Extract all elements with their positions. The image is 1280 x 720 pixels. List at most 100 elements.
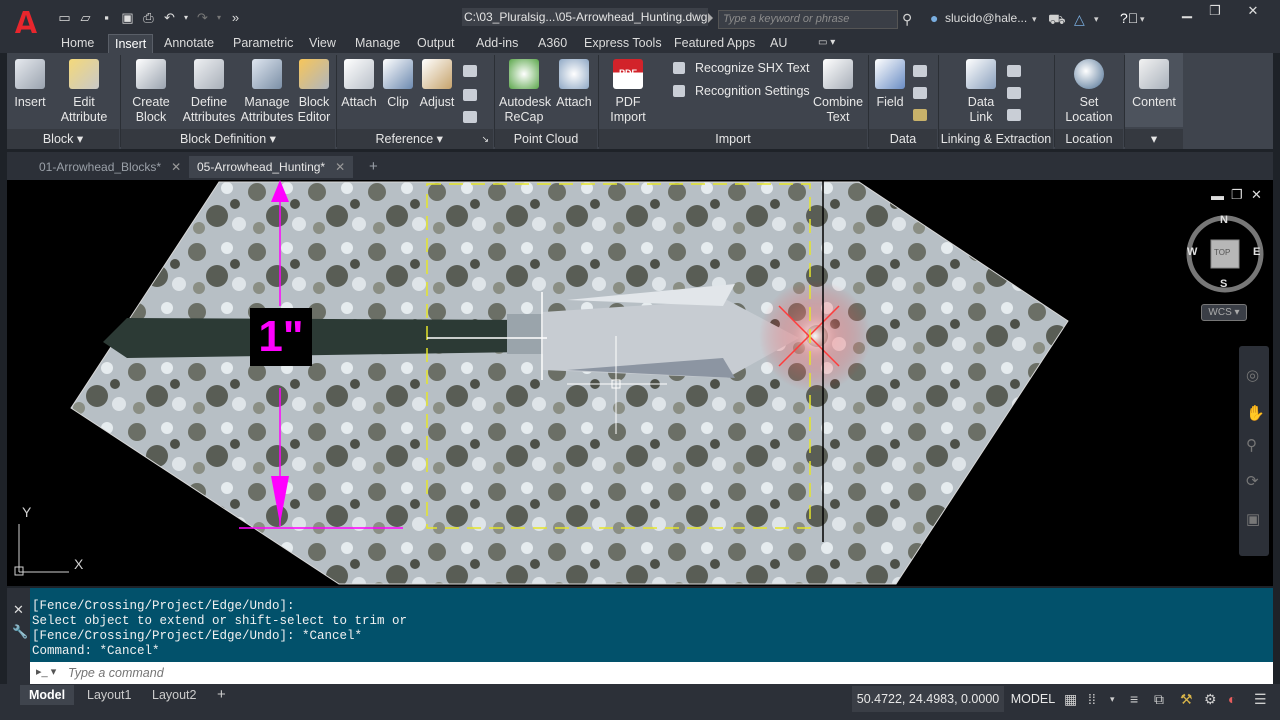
- snap-icon[interactable]: ⁞⁞: [1088, 692, 1096, 706]
- layout-tab-model[interactable]: Model: [20, 685, 75, 705]
- search-expand-icon[interactable]: [708, 13, 713, 23]
- file-tab-arrowhead-hunting[interactable]: 05-Arrowhead_Hunting* ✕: [189, 156, 353, 178]
- cart-icon[interactable]: ⛟: [1048, 11, 1066, 27]
- isolate-objects-icon[interactable]: ◐: [1228, 692, 1236, 706]
- workspace-icon[interactable]: ⚙: [1204, 692, 1217, 706]
- location-panel-label[interactable]: Location: [1055, 129, 1123, 149]
- tab-parametric[interactable]: Parametric: [227, 34, 299, 53]
- set-location-button[interactable]: Set Location: [1061, 59, 1117, 125]
- customize-qat-icon[interactable]: »: [227, 10, 244, 26]
- tab-featured-apps[interactable]: Featured Apps: [668, 34, 761, 53]
- new-tab-button[interactable]: +: [363, 156, 387, 178]
- user-name[interactable]: slucido@hale...: [945, 11, 1027, 25]
- block-editor-button[interactable]: Block Editor: [295, 59, 333, 125]
- ole-object-icon[interactable]: [913, 87, 927, 99]
- close-command-window-icon[interactable]: ✕: [13, 602, 24, 618]
- new-file-icon[interactable]: ▭: [56, 10, 73, 26]
- redo-icon[interactable]: ↷: [194, 10, 211, 26]
- showmotion-icon[interactable]: ▣: [1246, 510, 1260, 528]
- frames-icon[interactable]: [463, 89, 477, 101]
- model-space-button[interactable]: MODEL: [1008, 686, 1058, 712]
- undo-dropdown-icon[interactable]: ▾: [182, 10, 190, 26]
- snap-dropdown-icon[interactable]: ▾: [1110, 692, 1115, 706]
- extract-data-icon[interactable]: [1007, 65, 1021, 77]
- layout-tab-layout1[interactable]: Layout1: [78, 685, 140, 705]
- command-prompt-icon[interactable]: ▸_ ▾: [36, 665, 56, 678]
- customization-menu-icon[interactable]: ☰: [1254, 692, 1267, 706]
- recognize-shx-text-button[interactable]: Recognize SHX Text: [695, 61, 809, 75]
- import-panel-label[interactable]: Import: [599, 129, 867, 149]
- pdf-import-button[interactable]: PDF PDF Import: [605, 59, 651, 125]
- open-file-icon[interactable]: ▱: [77, 10, 94, 26]
- tab-insert[interactable]: Insert: [108, 34, 154, 53]
- edit-attribute-button[interactable]: Edit Attribute: [59, 59, 109, 125]
- file-tab-arrowhead-blocks[interactable]: 01-Arrowhead_Blocks* ✕: [31, 156, 183, 178]
- tab-output[interactable]: Output: [411, 34, 461, 53]
- point-cloud-panel-label[interactable]: Point Cloud: [495, 129, 597, 149]
- combine-text-button[interactable]: Combine Text: [813, 59, 863, 125]
- pan-icon[interactable]: ✋: [1246, 404, 1265, 422]
- adjust-button[interactable]: Adjust: [419, 59, 455, 110]
- autodesk-recap-button[interactable]: Autodesk ReCap: [499, 59, 551, 125]
- search-input[interactable]: Type a keyword or phrase: [718, 10, 898, 29]
- ribbon-display-toggle-icon[interactable]: ▭ ▾: [812, 34, 841, 53]
- attach-point-cloud-button[interactable]: Attach: [555, 59, 593, 110]
- grid-icon[interactable]: ▦: [1064, 692, 1077, 706]
- manage-attributes-button[interactable]: Manage Attributes: [239, 59, 295, 125]
- save-icon[interactable]: ▪: [98, 10, 115, 26]
- close-tab-icon[interactable]: ✕: [335, 160, 345, 174]
- user-dropdown-icon[interactable]: ▾: [1032, 11, 1037, 27]
- orbit-icon[interactable]: ⟳: [1246, 472, 1259, 490]
- save-as-icon[interactable]: ▣: [119, 10, 136, 26]
- insert-block-button[interactable]: Insert: [11, 59, 49, 110]
- close-window-button[interactable]: ✕: [1240, 2, 1266, 20]
- data-panel-label[interactable]: Data: [869, 129, 937, 149]
- steering-wheel-icon[interactable]: ◎: [1246, 366, 1259, 384]
- tab-annotate[interactable]: Annotate: [158, 34, 220, 53]
- annotation-scale-icon[interactable]: ⚒: [1180, 692, 1193, 706]
- block-panel-label[interactable]: Block ▾: [7, 129, 119, 149]
- snap-to-underlays-icon[interactable]: [463, 111, 477, 123]
- field-button[interactable]: Field: [873, 59, 907, 110]
- tab-a360[interactable]: A360: [532, 34, 573, 53]
- tab-home[interactable]: Home: [55, 34, 100, 53]
- linking-extraction-panel-label[interactable]: Linking & Extraction: [939, 129, 1053, 149]
- coordinates-display[interactable]: 50.4722, 24.4983, 0.0000: [852, 686, 1004, 712]
- tab-au[interactable]: AU: [764, 34, 793, 53]
- tab-view[interactable]: View: [303, 34, 342, 53]
- reference-panel-label[interactable]: Reference ▾ ↘: [337, 129, 493, 149]
- define-attributes-button[interactable]: Define Attributes: [181, 59, 237, 125]
- help-icon[interactable]: ?⃝: [1120, 10, 1138, 26]
- user-icon[interactable]: ●: [930, 10, 938, 26]
- lineweight-icon[interactable]: ≡: [1130, 692, 1138, 706]
- undo-icon[interactable]: ↶: [161, 10, 178, 26]
- binoculars-icon[interactable]: ⚲: [902, 11, 912, 27]
- block-definition-panel-label[interactable]: Block Definition ▾: [121, 129, 335, 149]
- ribbon-expand-icon[interactable]: ▾: [1125, 129, 1183, 149]
- viewport-restore-icon[interactable]: ❐: [1231, 187, 1243, 203]
- tab-express-tools[interactable]: Express Tools: [578, 34, 668, 53]
- selection-cycling-icon[interactable]: ⧉: [1154, 692, 1164, 706]
- layout-tab-layout2[interactable]: Layout2: [143, 685, 205, 705]
- upload-to-source-icon[interactable]: [1007, 87, 1021, 99]
- print-icon[interactable]: ⎙: [140, 10, 157, 26]
- minimize-window-button[interactable]: ▁: [1174, 2, 1200, 20]
- download-from-source-icon[interactable]: [1007, 109, 1021, 121]
- attach-reference-button[interactable]: Attach: [341, 59, 377, 110]
- wcs-menu[interactable]: WCS ▾: [1201, 304, 1247, 321]
- viewport-close-icon[interactable]: ✕: [1251, 187, 1262, 203]
- zoom-icon[interactable]: ⚲: [1246, 436, 1257, 454]
- content-button[interactable]: Content: [1125, 53, 1183, 127]
- hyperlink-icon[interactable]: [913, 109, 927, 121]
- customize-wrench-icon[interactable]: 🔧: [12, 624, 28, 640]
- redo-dropdown-icon[interactable]: ▾: [215, 10, 223, 26]
- new-layout-button[interactable]: +: [208, 685, 235, 705]
- create-block-button[interactable]: Create Block: [129, 59, 173, 125]
- restore-window-button[interactable]: ❐: [1202, 2, 1228, 20]
- close-tab-icon[interactable]: ✕: [171, 160, 181, 174]
- underlay-layers-icon[interactable]: [463, 65, 477, 77]
- viewport-minimize-icon[interactable]: ▬: [1211, 188, 1224, 203]
- viewcube-west[interactable]: W: [1187, 246, 1197, 258]
- clip-button[interactable]: Clip: [383, 59, 413, 110]
- recognition-settings-button[interactable]: Recognition Settings: [695, 84, 810, 98]
